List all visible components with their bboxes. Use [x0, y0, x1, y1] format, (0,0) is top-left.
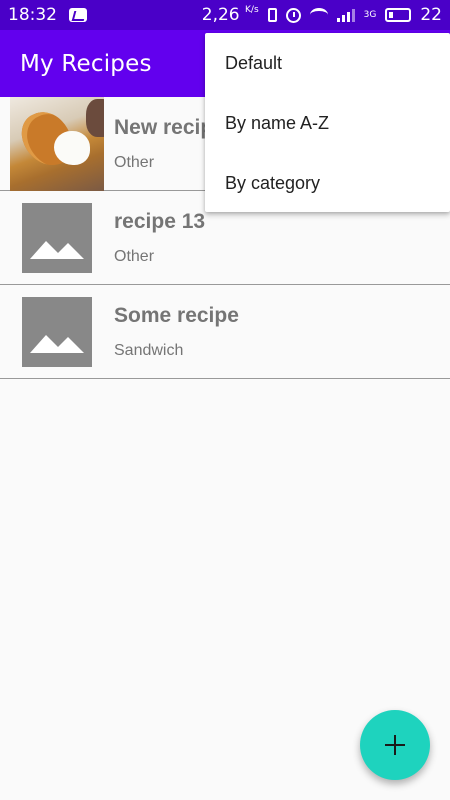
vk-icon [69, 8, 87, 22]
network-speed-value: 2,26 [201, 5, 240, 25]
recipe-category: Other [114, 247, 155, 265]
recipe-text: Some recipe Sandwich [114, 304, 239, 360]
app-screen: 18:32 2,26 K/s 3G 22 My Recipes New reci… [0, 0, 450, 800]
recipe-list-item[interactable]: Some recipe Sandwich [0, 285, 450, 379]
wifi-icon [309, 8, 328, 22]
status-time: 18:32 [8, 5, 57, 25]
status-bar: 18:32 2,26 K/s 3G 22 [0, 0, 450, 30]
add-recipe-button[interactable] [360, 710, 430, 780]
vibrate-icon [267, 8, 277, 22]
placeholder-image-icon [22, 202, 92, 273]
recipe-category: Sandwich [114, 341, 184, 359]
plus-icon [385, 735, 405, 755]
menu-item-by-category[interactable]: By category [205, 153, 450, 213]
menu-item-by-name[interactable]: By name A-Z [205, 93, 450, 153]
alarm-icon [285, 7, 301, 23]
network-type: 3G [363, 10, 377, 20]
menu-item-default[interactable]: Default [205, 33, 450, 93]
battery-level: 22 [420, 5, 442, 25]
recipe-text: recipe 13 Other [114, 210, 205, 266]
app-title: My Recipes [20, 50, 152, 77]
signal-icon [336, 8, 355, 22]
network-speed-unit: K/s [245, 5, 259, 15]
sort-popup-menu: Default By name A-Z By category [205, 33, 450, 212]
recipe-name: recipe 13 [114, 209, 206, 233]
network-speed: 2,26 K/s [202, 5, 259, 25]
recipe-name: Some recipe [114, 303, 239, 327]
placeholder-image-icon [22, 296, 92, 367]
status-indicators: 2,26 K/s 3G 22 [202, 5, 442, 25]
recipe-photo [10, 96, 104, 191]
battery-icon [385, 8, 412, 22]
